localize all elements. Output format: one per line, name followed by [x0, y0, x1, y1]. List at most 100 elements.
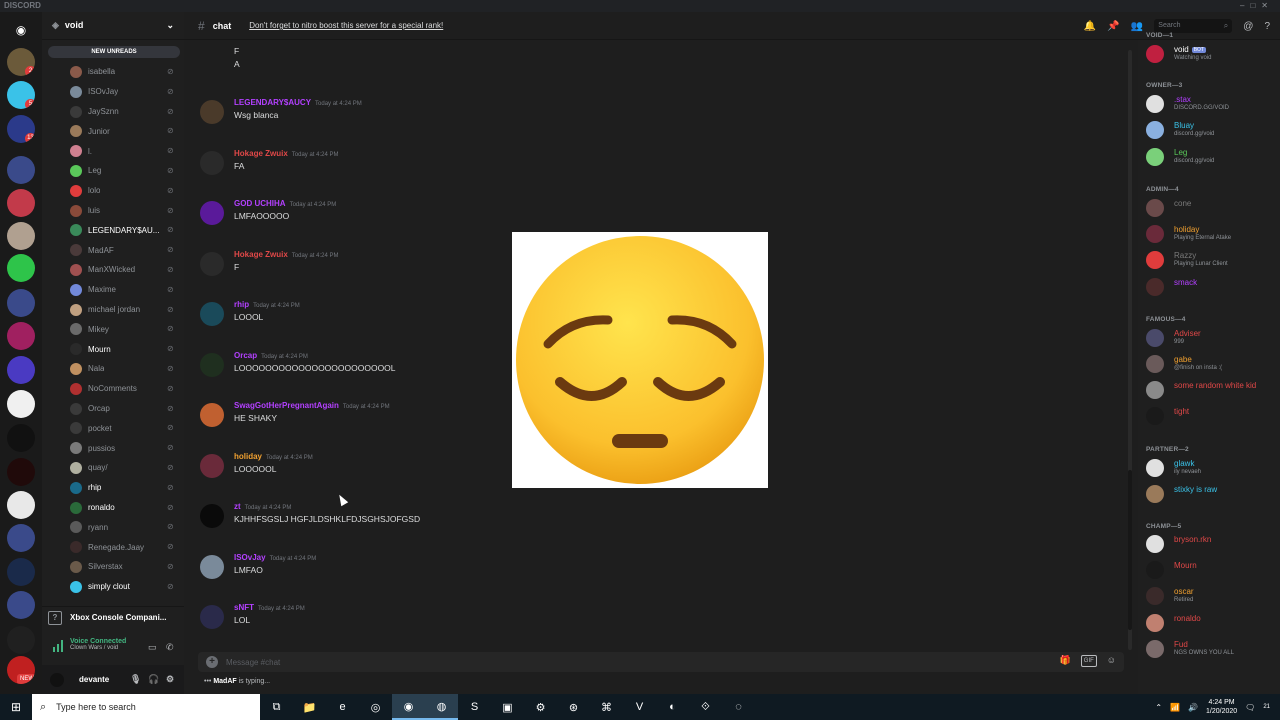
channel-item[interactable]: isabella ⊘ [42, 62, 184, 82]
server-icon[interactable] [7, 491, 35, 519]
screen-share-icon[interactable]: ▭ [148, 642, 157, 653]
member-item[interactable]: glawk ily nevaeh [1146, 456, 1276, 480]
gift-icon[interactable]: 🎁 [1060, 655, 1071, 667]
pensive-emoji-image[interactable] [512, 232, 768, 488]
avatar[interactable] [200, 554, 224, 579]
member-item[interactable]: stixky is raw [1146, 482, 1276, 506]
member-item[interactable]: bryson.rkn [1146, 532, 1276, 556]
avatar[interactable] [200, 352, 224, 377]
channel-item[interactable]: quay/ ⊘ [42, 458, 184, 478]
member-item[interactable]: gabe @finish on insta :( [1146, 352, 1276, 376]
server-icon[interactable] [7, 222, 35, 250]
browser-icon[interactable]: ◐ [656, 694, 689, 720]
member-item[interactable]: ronaldo [1146, 611, 1276, 635]
channel-item[interactable]: NoComments ⊘ [42, 379, 184, 399]
server-icon[interactable] [7, 189, 35, 217]
server-icon[interactable] [7, 156, 35, 184]
discord-icon[interactable]: ◉ [392, 694, 425, 720]
scrollbar-thumb[interactable] [1128, 470, 1132, 630]
server-icon[interactable] [7, 591, 35, 619]
message[interactable]: ISOvJay Today at 4:24 PM LMFAO [200, 553, 800, 597]
server-icon[interactable]: 2 [7, 48, 35, 76]
server-icon[interactable] [7, 424, 35, 452]
channel-item[interactable]: rhip ⊘ [42, 478, 184, 498]
window-controls[interactable]: –□✕ [1240, 0, 1274, 12]
avatar[interactable] [200, 605, 224, 629]
server-icon[interactable]: 13 [7, 115, 35, 143]
avatar[interactable] [200, 453, 224, 478]
server-icon[interactable]: ◉ [7, 16, 35, 44]
server-icon[interactable] [7, 390, 35, 418]
message[interactable]: LEGENDARY$AUCY Today at 4:24 PM Wsg blanca [200, 98, 800, 142]
member-item[interactable]: tight [1146, 404, 1276, 428]
disconnect-icon[interactable]: ✆ [166, 642, 174, 653]
member-item[interactable]: Bluay discord.gg/void [1146, 118, 1276, 142]
message-author[interactable]: Hokage Zwuix [234, 149, 288, 158]
server-icon[interactable] [7, 254, 35, 282]
message-author[interactable]: holiday [234, 452, 262, 461]
avatar[interactable] [200, 150, 224, 175]
gear-icon[interactable]: ⚙ [166, 674, 174, 685]
member-item[interactable]: void BOT Watching void [1146, 42, 1276, 66]
message-author[interactable]: Orcap [234, 351, 257, 360]
edge-icon[interactable]: e [326, 694, 359, 720]
channel-item[interactable]: Renegade.Jaay ⊘ [42, 537, 184, 557]
epic-icon[interactable]: ⟐ [689, 694, 722, 720]
bell-icon[interactable]: 🔔 [1084, 21, 1096, 32]
channel-item[interactable]: Silverstax ⊘ [42, 557, 184, 577]
channel-item[interactable]: ISOvJay ⊘ [42, 82, 184, 102]
server-icon[interactable] [7, 289, 35, 317]
channel-item[interactable]: Orcap ⊘ [42, 399, 184, 419]
osu-icon[interactable]: ◌ [722, 694, 755, 720]
message[interactable]: zt Today at 4:24 PM KJHHFSGSLJ HGFJLDSHKLF… [200, 502, 800, 546]
headphones-icon[interactable]: 🎧 [148, 674, 159, 685]
message-composer[interactable]: + Message #chat 🎁 GIF ☺ [198, 652, 1124, 672]
channel-item[interactable]: luis ⊘ [42, 201, 184, 221]
channel-item[interactable]: Mourn ⊘ [42, 339, 184, 359]
message-author[interactable]: zt [234, 502, 241, 511]
mention-icon[interactable]: @ [1243, 21, 1253, 32]
message[interactable]: sNFT Today at 4:24 PM LOL [200, 603, 800, 647]
game-activity-bar[interactable]: ? Xbox Console Compani... [42, 606, 184, 628]
composer-placeholder[interactable]: Message #chat [226, 658, 280, 667]
channel-item[interactable]: simply clout ⊘ [42, 577, 184, 597]
chevron-up-icon[interactable]: ⌃ [1155, 703, 1162, 712]
channel-item[interactable]: MadAF ⊘ [42, 240, 184, 260]
channel-item[interactable]: michael jordan ⊘ [42, 300, 184, 320]
upload-plus-icon[interactable]: + [206, 656, 218, 668]
help-icon[interactable]: ? [1264, 21, 1270, 32]
member-item[interactable]: Leg discord.gg/void [1146, 145, 1276, 169]
channel-item[interactable]: Maxime ⊘ [42, 280, 184, 300]
search-input[interactable]: Search ⌕ [1154, 19, 1233, 33]
avatar[interactable] [200, 251, 224, 276]
member-item[interactable]: smack [1146, 275, 1276, 299]
obs-icon[interactable]: ◍ [425, 694, 458, 720]
server-icon[interactable] [7, 356, 35, 384]
channel-item[interactable]: JaySznn ⊘ [42, 102, 184, 122]
app-icon[interactable]: ▣ [491, 694, 524, 720]
message-author[interactable]: ISOvJay [234, 553, 266, 562]
avatar[interactable] [200, 504, 224, 528]
channel-item[interactable]: Leg ⊘ [42, 161, 184, 181]
channel-item[interactable]: pocket ⊘ [42, 418, 184, 438]
channel-item[interactable]: Nala ⊘ [42, 359, 184, 379]
avatar[interactable] [200, 403, 224, 427]
emoji-picker-icon[interactable]: ☺ [1107, 655, 1116, 667]
channel-item[interactable]: ryann ⊘ [42, 517, 184, 537]
channel-item[interactable]: LEGENDARY$AU... ⊘ [42, 220, 184, 240]
member-item[interactable]: oscar Retired [1146, 584, 1276, 608]
steam-app-icon[interactable]: ⌘ [590, 694, 623, 720]
message-author[interactable]: rhip [234, 300, 249, 309]
message[interactable]: Hokage Zwuix Today at 4:24 PM FA [200, 149, 800, 193]
message-author[interactable]: Hokage Zwuix [234, 250, 288, 259]
chrome-icon[interactable]: ◎ [359, 694, 392, 720]
task-view-icon[interactable]: ⧉ [260, 694, 293, 720]
gif-icon[interactable]: GIF [1080, 655, 1097, 667]
member-item[interactable]: Adviser 999 [1146, 326, 1276, 350]
steam-badge-icon[interactable]: ⚙ [524, 694, 557, 720]
vscode-icon[interactable]: V [623, 694, 656, 720]
message-author[interactable]: sNFT [234, 603, 254, 612]
members-icon[interactable]: 👥 [1131, 21, 1143, 32]
member-item[interactable]: holiday Playing Eternal Atake [1146, 222, 1276, 246]
volume-icon[interactable]: 🔊 [1188, 703, 1198, 712]
